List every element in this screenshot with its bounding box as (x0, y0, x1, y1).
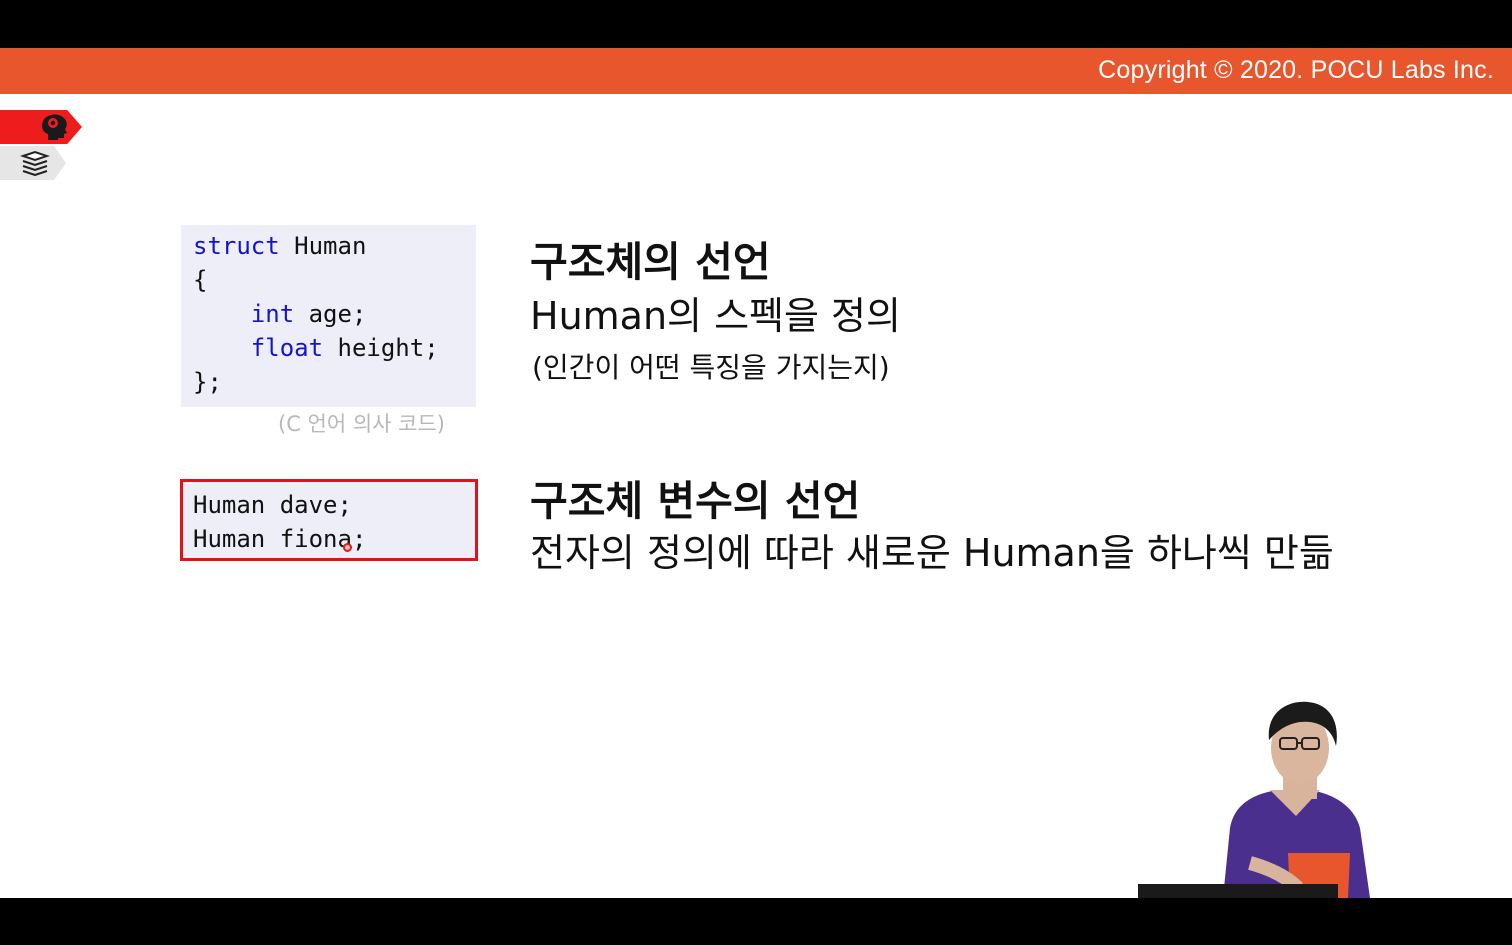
slide: Copyright © 2020. POCU Labs Inc. struct … (0, 48, 1512, 898)
code-line: Human fiona; (193, 525, 367, 553)
section-2-title: 구조체 변수의 선언 (530, 477, 861, 525)
code-line: struct Human (193, 232, 367, 260)
code-line: }; (193, 368, 222, 396)
section-1-note: (인간이 어떤 특징을 가지는지) (532, 351, 890, 384)
brain-head-icon (42, 114, 67, 140)
code-line: { (193, 266, 208, 294)
laser-pointer-dot (343, 543, 352, 552)
books-stack-icon (20, 150, 50, 176)
code-line: float height; (250, 334, 439, 362)
variable-code-block: Human dave; Human fiona; (180, 479, 478, 561)
section-2-subtitle: 전자의 정의에 따라 새로운 Human을 하나씩 만듦 (530, 531, 1334, 575)
presenter-video (1138, 701, 1370, 898)
section-1-title: 구조체의 선언 (530, 238, 771, 286)
video-frame: Copyright © 2020. POCU Labs Inc. struct … (0, 0, 1512, 945)
code-line: int age; (250, 300, 367, 328)
code-caption: (C 언어 의사 코드) (278, 412, 445, 436)
header-bar: Copyright © 2020. POCU Labs Inc. (0, 48, 1512, 94)
struct-code-block: struct Human { int age; float height;}; (181, 225, 476, 407)
section-1-subtitle: Human의 스펙을 정의 (530, 294, 901, 338)
code-line: Human dave; (193, 491, 352, 519)
copyright-text: Copyright © 2020. POCU Labs Inc. (1098, 56, 1494, 84)
